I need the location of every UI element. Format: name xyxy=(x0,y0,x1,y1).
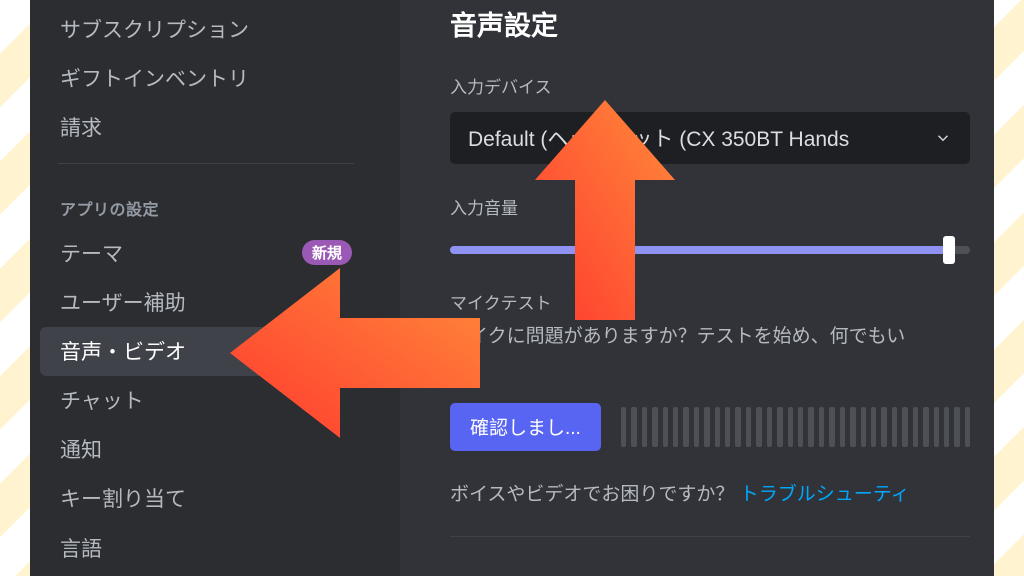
main-panel: 音声設定 入力デバイス Default (ヘッドセット (CX 350BT Ha… xyxy=(400,0,994,576)
new-badge: 新規 xyxy=(302,240,352,265)
mic-test-button[interactable]: 確認しまし... xyxy=(450,403,601,451)
input-device-dropdown[interactable]: Default (ヘッドセット (CX 350BT Hands xyxy=(450,112,970,164)
input-device-label: 入力デバイス xyxy=(450,73,994,98)
sidebar-item-language[interactable]: 言語 xyxy=(40,523,372,572)
sidebar-item-voice-video[interactable]: 音声・ビデオ xyxy=(40,327,372,376)
sidebar: サブスクリプション ギフトインベントリ 請求 アプリの設定 テーマ 新規 ユーザ… xyxy=(30,0,400,576)
sidebar-item-keybinds[interactable]: キー割り当て xyxy=(40,474,372,523)
sidebar-item-accessibility[interactable]: ユーザー補助 xyxy=(40,277,372,326)
mic-test-description: マイクに問題がありますか？テストを始め、何でもい す。 xyxy=(450,322,994,381)
mic-test-label: マイクテスト xyxy=(450,289,994,314)
sidebar-item-gift-inventory[interactable]: ギフトインベントリ xyxy=(40,53,372,102)
mic-level-meter xyxy=(621,407,970,447)
troubleshoot-link[interactable]: トラブルシューティ xyxy=(740,484,910,505)
sidebar-item-chat[interactable]: チャット xyxy=(40,376,372,425)
mic-test-row: 確認しまし... xyxy=(450,403,970,451)
slider-thumb[interactable] xyxy=(943,236,955,264)
sidebar-item-billing[interactable]: 請求 xyxy=(40,102,372,151)
sidebar-item-notifications[interactable]: 通知 xyxy=(40,425,372,474)
sidebar-divider xyxy=(58,163,354,164)
main-divider xyxy=(450,536,970,537)
input-device-value: Default (ヘッドセット (CX 350BT Hands xyxy=(468,123,934,153)
sidebar-item-subscription[interactable]: サブスクリプション xyxy=(40,4,372,53)
sidebar-header-app-settings: アプリの設定 xyxy=(40,176,372,228)
chevron-down-icon xyxy=(934,129,952,147)
page-title: 音声設定 xyxy=(450,4,994,43)
input-volume-slider[interactable] xyxy=(450,241,970,259)
settings-window: サブスクリプション ギフトインベントリ 請求 アプリの設定 テーマ 新規 ユーザ… xyxy=(30,0,994,576)
sidebar-item-theme[interactable]: テーマ 新規 xyxy=(40,228,372,277)
help-line: ボイスやビデオでお困りですか？ トラブルシューティ xyxy=(450,479,994,506)
sidebar-item-label: テーマ xyxy=(60,238,123,268)
input-volume-label: 入力音量 xyxy=(450,194,994,219)
